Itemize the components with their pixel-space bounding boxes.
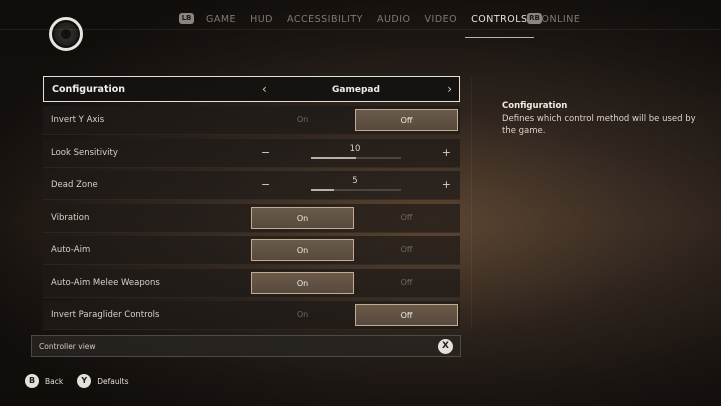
vibration-off-option[interactable]: Off [355,207,458,229]
controller-view-bar[interactable]: Controller view X [31,335,461,357]
configuration-value: Gamepad [332,85,380,95]
setting-label: Auto-Aim Melee Weapons [51,277,160,288]
back-hint-label[interactable]: Back [45,377,63,386]
configuration-selector[interactable]: ‹ Gamepad › [252,77,460,101]
setting-label: Configuration [52,84,126,95]
dead-zone-value: 5 [352,176,358,186]
setting-label: Invert Paraglider Controls [51,310,160,320]
setting-configuration[interactable]: Configuration ‹ Gamepad › [43,76,460,102]
auto-aim-off-option[interactable]: Off [355,239,458,261]
defaults-hint-label[interactable]: Defaults [97,377,128,386]
setting-label: Vibration [51,212,90,223]
invert-y-off-option[interactable]: Off [355,109,458,131]
setting-label: Dead Zone [51,180,98,190]
header-divider [0,29,721,30]
auto-aim-melee-on-option[interactable]: On [251,271,354,294]
tab-controls[interactable]: CONTROLS [465,13,535,38]
invert-paraglider-on-option[interactable]: On [251,304,354,326]
tab-video[interactable]: VIDEO [425,13,458,30]
setting-label: Look Sensitivity [51,147,118,158]
look-sensitivity-slider[interactable] [311,156,401,159]
look-sensitivity-value: 10 [349,143,361,154]
tab-accessibility[interactable]: ACCESSIBILITY [287,13,363,30]
setting-dead-zone[interactable]: Dead Zone − 5 + [43,171,460,200]
increase-look-sensitivity-button[interactable]: + [442,139,451,167]
increase-dead-zone-button[interactable]: + [442,171,451,199]
tab-hud[interactable]: HUD [250,13,273,30]
setting-invert-paraglider[interactable]: Invert Paraglider Controls On Off [43,301,460,330]
left-bumper-icon[interactable]: LB [179,13,194,24]
controller-view-label: Controller view [39,342,96,351]
look-sensitivity-fill [311,156,356,159]
invert-paraglider-off-option[interactable]: Off [355,304,458,326]
dead-zone-fill [311,189,334,191]
right-bumper-icon[interactable]: RB [527,13,542,24]
dead-zone-slider[interactable] [311,189,401,191]
tab-game[interactable]: GAME [206,13,236,30]
setting-label: Auto-Aim [51,245,91,255]
game-logo-icon [49,17,83,51]
vibration-on-option[interactable]: On [251,206,354,229]
setting-look-sensitivity[interactable]: Look Sensitivity − 10 + [43,138,460,168]
auto-aim-on-option[interactable]: On [251,239,354,261]
description-title: Configuration [502,101,568,111]
top-navigation: LB GAME HUD ACCESSIBILITY AUDIO VIDEO CO… [0,0,721,51]
tab-online[interactable]: ONLINE [542,13,581,30]
b-button-icon[interactable]: B [25,374,39,388]
setting-auto-aim[interactable]: Auto-Aim On Off [43,236,460,265]
button-hints: B Back Y Defaults [25,374,143,388]
setting-auto-aim-melee[interactable]: Auto-Aim Melee Weapons On Off [43,268,460,298]
auto-aim-melee-off-option[interactable]: Off [355,272,458,294]
setting-description: Configuration Defines which control meth… [502,101,702,137]
x-button-icon[interactable]: X [438,339,453,354]
setting-vibration[interactable]: Vibration On Off [43,203,460,233]
description-body: Defines which control method will be use… [502,114,696,136]
tab-audio[interactable]: AUDIO [377,13,411,30]
panel-divider [471,77,472,327]
controls-settings-list: Configuration ‹ Gamepad › Invert Y Axis … [43,76,460,334]
setting-invert-y-axis[interactable]: Invert Y Axis On Off [43,106,460,135]
invert-y-on-option[interactable]: On [251,109,354,131]
y-button-icon[interactable]: Y [77,374,92,388]
setting-label: Invert Y Axis [51,115,105,125]
chevron-right-icon[interactable]: › [447,77,452,101]
